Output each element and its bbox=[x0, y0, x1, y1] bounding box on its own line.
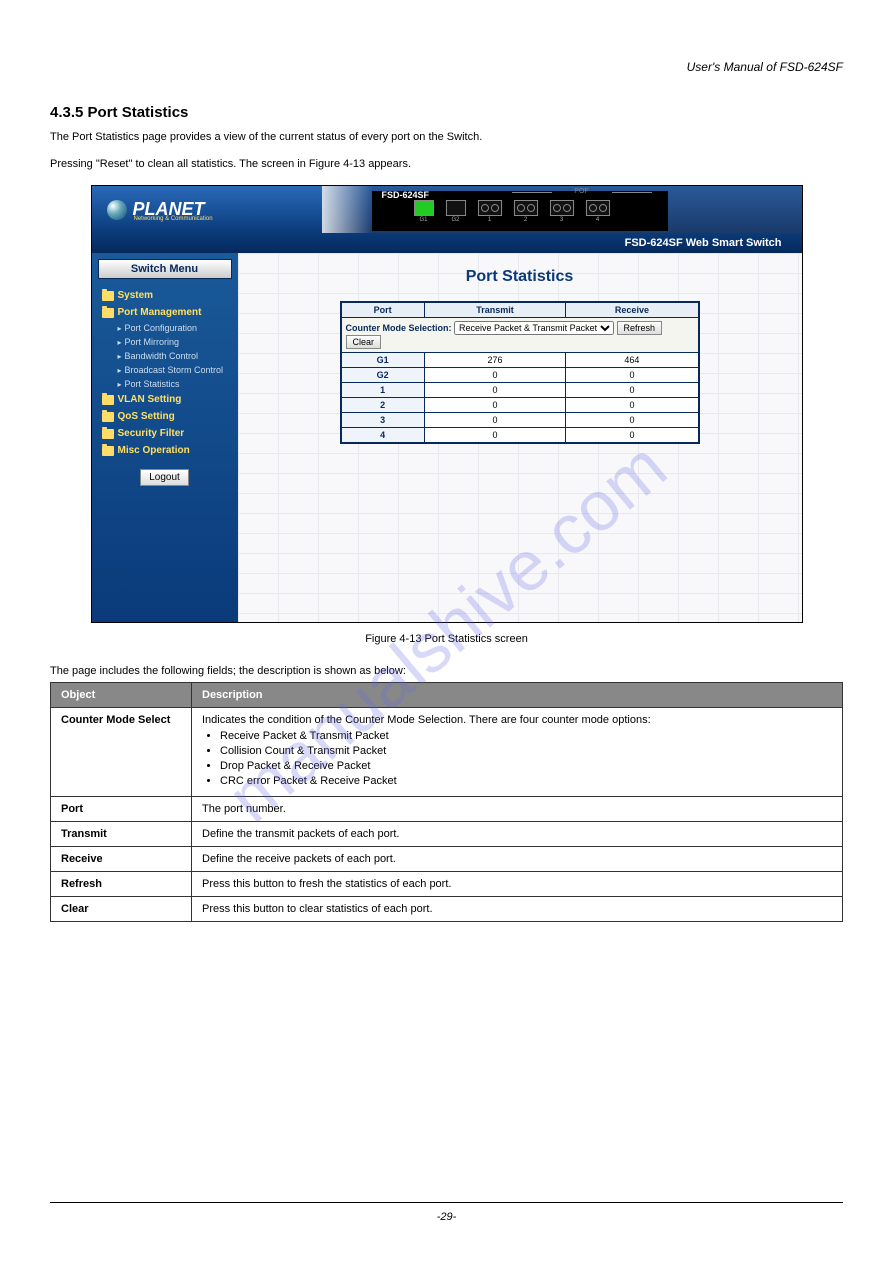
objects-intro: The page includes the following fields; … bbox=[50, 665, 843, 677]
table-row: 200 bbox=[341, 398, 699, 413]
nav-port-statistics[interactable]: Port Statistics bbox=[98, 377, 232, 391]
obj-row: RefreshPress this button to fresh the st… bbox=[51, 872, 843, 897]
counter-mode-label: Counter Mode Selection: bbox=[346, 323, 452, 333]
section-desc-2: Pressing "Reset" to clean all statistics… bbox=[50, 158, 843, 170]
nav-port-mirroring[interactable]: Port Mirroring bbox=[98, 335, 232, 349]
obj-row: ClearPress this button to clear statisti… bbox=[51, 897, 843, 922]
obj-row: TransmitDefine the transmit packets of e… bbox=[51, 822, 843, 847]
table-row: G200 bbox=[341, 368, 699, 383]
objects-table: Object Description Counter Mode Select I… bbox=[50, 682, 843, 922]
obj-row: Counter Mode Select Indicates the condit… bbox=[51, 708, 843, 797]
col-transmit: Transmit bbox=[424, 302, 566, 318]
nav-port-configuration[interactable]: Port Configuration bbox=[98, 321, 232, 335]
content-area: Port Statistics Counter Mode Selection: … bbox=[238, 253, 802, 622]
nav-port-management[interactable]: Port Management bbox=[98, 304, 232, 321]
sidebar: Switch Menu System Port Management Port … bbox=[92, 253, 238, 622]
page-title: Port Statistics bbox=[258, 268, 782, 286]
stats-table: Counter Mode Selection: Receive Packet &… bbox=[340, 301, 700, 444]
table-row: 300 bbox=[341, 413, 699, 428]
doc-title: User's Manual of FSD-624SF bbox=[50, 60, 843, 74]
screenshot-frame: PLANET Networking & Communication FSD-62… bbox=[91, 185, 803, 623]
footer-rule bbox=[50, 1202, 843, 1203]
obj-header-description: Description bbox=[192, 683, 843, 708]
col-port: Port bbox=[341, 302, 425, 318]
nav-bandwidth-control[interactable]: Bandwidth Control bbox=[98, 349, 232, 363]
globe-icon bbox=[107, 200, 127, 220]
refresh-button[interactable]: Refresh bbox=[617, 321, 663, 335]
folder-icon bbox=[102, 412, 114, 422]
obj-row: PortThe port number. bbox=[51, 797, 843, 822]
port-3: 3 bbox=[550, 200, 574, 223]
header-clouds bbox=[322, 186, 372, 233]
menu-title: Switch Menu bbox=[98, 259, 232, 279]
col-receive: Receive bbox=[566, 302, 699, 318]
folder-icon bbox=[102, 395, 114, 405]
page-number: -29- bbox=[0, 1211, 893, 1223]
nav-misc[interactable]: Misc Operation bbox=[98, 442, 232, 459]
folder-icon bbox=[102, 446, 114, 456]
nav-system[interactable]: System bbox=[98, 287, 232, 304]
pof-label: POF bbox=[522, 188, 642, 195]
table-row: 100 bbox=[341, 383, 699, 398]
port-1: 1 bbox=[478, 200, 502, 223]
figure-caption: Figure 4-13 Port Statistics screen bbox=[50, 633, 843, 645]
obj-row: ReceiveDefine the receive packets of eac… bbox=[51, 847, 843, 872]
table-row: 400 bbox=[341, 428, 699, 444]
logo-subtext: Networking & Communication bbox=[134, 216, 213, 222]
port-g1: G1 bbox=[414, 200, 434, 223]
port-4: 4 bbox=[586, 200, 610, 223]
section-desc-1: The Port Statistics page provides a view… bbox=[50, 131, 843, 143]
obj-header-object: Object bbox=[51, 683, 192, 708]
folder-icon bbox=[102, 429, 114, 439]
port-2: 2 bbox=[514, 200, 538, 223]
counter-mode-select[interactable]: Receive Packet & Transmit Packet bbox=[454, 321, 614, 335]
table-row: G1276464 bbox=[341, 353, 699, 368]
nav-broadcast-storm[interactable]: Broadcast Storm Control bbox=[98, 363, 232, 377]
subheader: FSD-624SF Web Smart Switch bbox=[92, 233, 802, 253]
logout-button[interactable]: Logout bbox=[140, 469, 189, 486]
header-bar: PLANET Networking & Communication FSD-62… bbox=[92, 186, 802, 233]
folder-icon bbox=[102, 291, 114, 301]
model-label: FSD-624SF bbox=[382, 190, 430, 200]
clear-button[interactable]: Clear bbox=[346, 335, 382, 349]
logo-area: PLANET Networking & Communication bbox=[92, 186, 322, 233]
port-g2: G2 bbox=[446, 200, 466, 223]
section-number: 4.3.5 Port Statistics bbox=[50, 104, 843, 121]
folder-icon bbox=[102, 308, 114, 318]
nav-qos[interactable]: QoS Setting bbox=[98, 408, 232, 425]
nav-security[interactable]: Security Filter bbox=[98, 425, 232, 442]
nav-vlan[interactable]: VLAN Setting bbox=[98, 391, 232, 408]
